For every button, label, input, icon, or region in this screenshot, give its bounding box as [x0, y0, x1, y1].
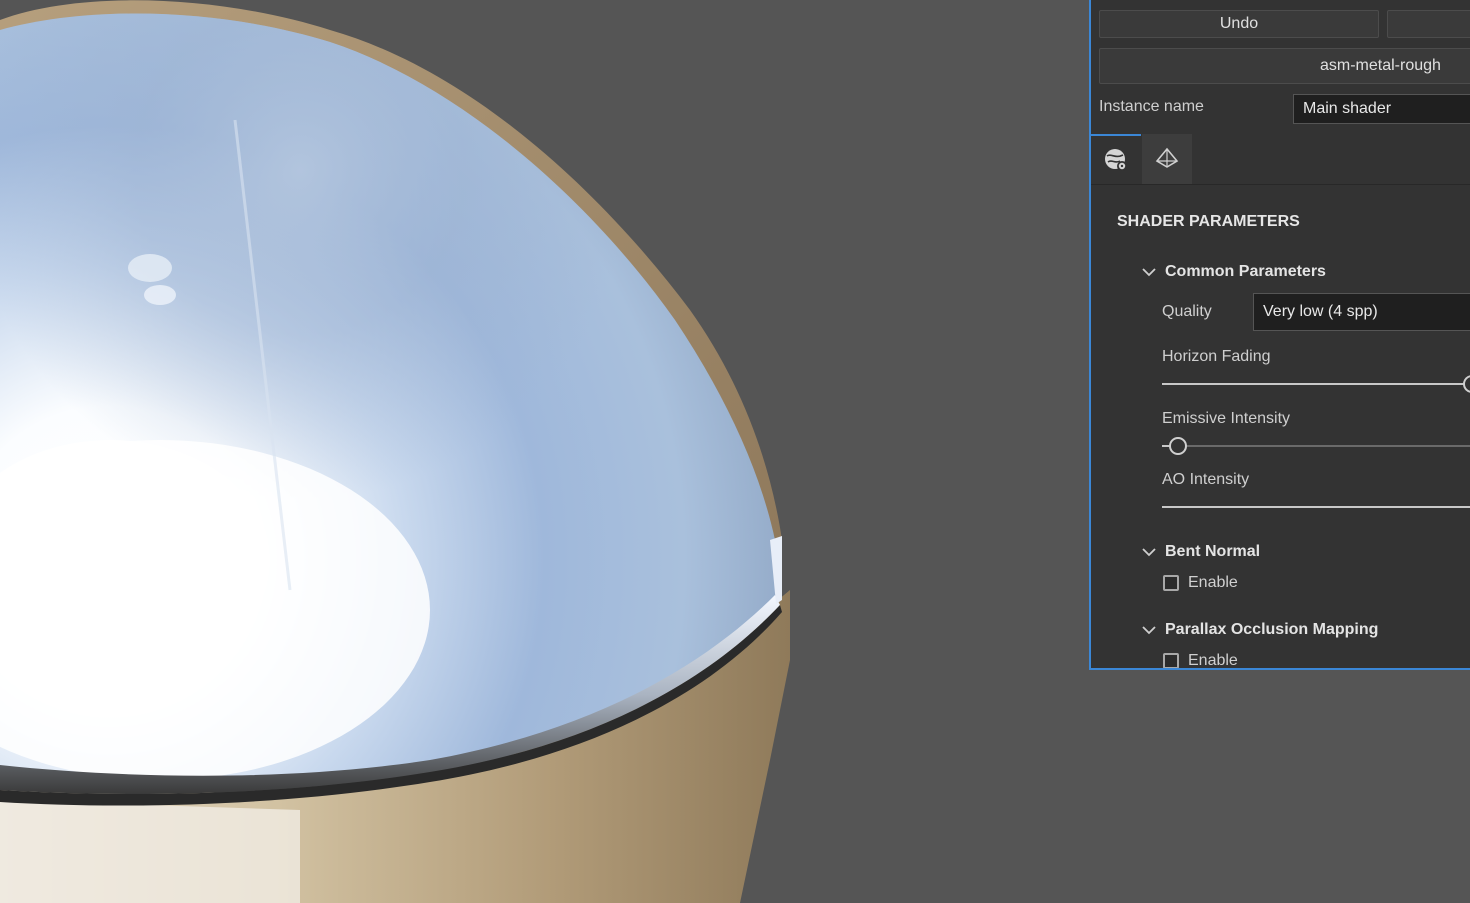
shader-panel: Undo asm-metal-rough Instance name Main …: [1089, 0, 1470, 670]
quality-select[interactable]: Very low (4 spp): [1253, 293, 1470, 331]
slider-thumb[interactable]: [1463, 375, 1470, 393]
pom-title: Parallax Occlusion Mapping: [1165, 621, 1379, 638]
shader-name-button[interactable]: asm-metal-rough: [1099, 48, 1470, 84]
pom-enable-checkbox[interactable]: Enable: [1163, 652, 1238, 669]
undo-button[interactable]: Undo: [1099, 10, 1379, 38]
quality-label: Quality: [1162, 303, 1212, 320]
pom-header[interactable]: Parallax Occlusion Mapping: [1141, 619, 1378, 641]
instance-name-input[interactable]: Main shader: [1293, 94, 1470, 124]
chevron-down-icon: [1142, 268, 1156, 277]
chevron-down-icon: [1142, 626, 1156, 635]
chevron-down-icon: [1142, 548, 1156, 557]
common-parameters-header[interactable]: Common Parameters: [1141, 261, 1326, 283]
pom-enable-label: Enable: [1188, 652, 1238, 669]
common-parameters-title: Common Parameters: [1165, 263, 1326, 280]
bent-normal-title: Bent Normal: [1165, 543, 1261, 560]
shader-parameters-title: SHADER PARAMETERS: [1117, 213, 1300, 230]
tab-shader-settings[interactable]: [1091, 134, 1141, 184]
bent-normal-enable-checkbox[interactable]: Enable: [1163, 574, 1238, 592]
checkbox-box[interactable]: [1163, 653, 1179, 668]
emissive-intensity-slider[interactable]: [1162, 436, 1470, 456]
shader-settings-icon: [1105, 149, 1127, 171]
geometry-icon: [1155, 147, 1179, 168]
horizon-fading-label: Horizon Fading: [1162, 348, 1271, 365]
ao-intensity-label: AO Intensity: [1162, 471, 1250, 488]
tab-geometry[interactable]: [1142, 134, 1192, 184]
secondary-toolbar-button[interactable]: [1387, 10, 1470, 38]
checkbox-box[interactable]: [1163, 575, 1179, 591]
slider-thumb[interactable]: [1168, 437, 1187, 455]
ao-intensity-slider[interactable]: [1162, 497, 1470, 517]
emissive-intensity-label: Emissive Intensity: [1162, 410, 1291, 427]
bent-normal-header[interactable]: Bent Normal: [1141, 541, 1260, 563]
instance-name-label: Instance name: [1099, 98, 1204, 115]
horizon-fading-slider[interactable]: [1162, 374, 1470, 394]
bent-normal-enable-label: Enable: [1188, 574, 1238, 591]
panel-tab-bar: [1091, 134, 1470, 185]
